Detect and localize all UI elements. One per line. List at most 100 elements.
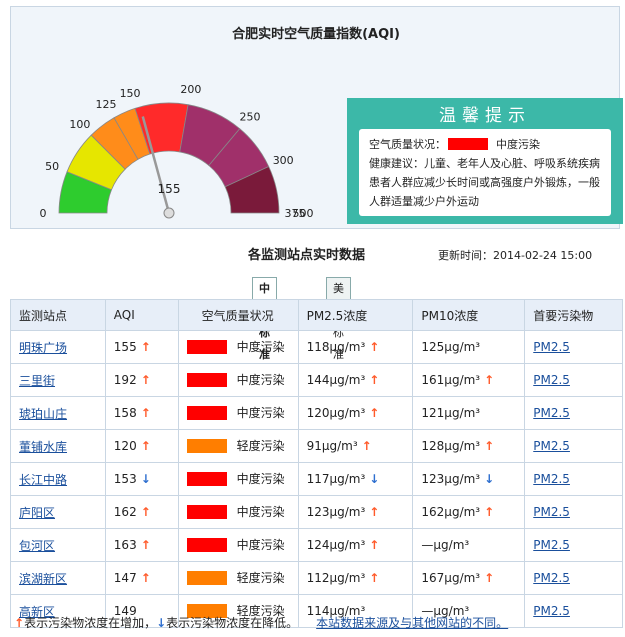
table-row: 三里街 192 ↑ 中度污染 144μg/m³ ↑ 161μg/m³ ↑ PM2.5 xyxy=(10,363,623,397)
table-row: 董铺水库 120 ↑ 轻度污染 91μg/m³ ↑ 128μg/m³ ↑ PM2.5 xyxy=(10,429,623,463)
pm25-cell: 120μg/m³ ↑ xyxy=(297,396,414,430)
arrow-up-icon: ↑ xyxy=(140,340,151,354)
pm25-cell: 91μg/m³ ↑ xyxy=(297,429,414,463)
aqi-panel: 合肥实时空气质量指数(AQI) 0 50 100 125 150 200 250 300 375… xyxy=(10,6,623,229)
arrow-up-icon: ↑ xyxy=(140,538,151,552)
table-header-row: 监测站点 AQI 空气质量状况 PM2.5浓度 PM10浓度 首要污染物 xyxy=(10,299,623,331)
primary-pollutant-link[interactable]: PM2.5 xyxy=(524,561,623,595)
table-row: 包河区 163 ↑ 中度污染 124μg/m³ ↑ —μg/m³ PM2.5 xyxy=(10,528,623,562)
arrow-up-icon: ↑ xyxy=(140,439,151,453)
footer-note: ↑表示污染物浓度在增加，↓表示污染物浓度在降低。 本站数据来源及与其他网站的不同。 xyxy=(14,614,508,631)
arrow-up-icon: ↑ xyxy=(484,439,495,453)
station-link[interactable]: 明珠广场 xyxy=(10,330,106,364)
col-header-level: 空气质量状况 xyxy=(177,299,299,331)
arrow-up-icon: ↑ xyxy=(484,505,495,519)
pm25-cell: 123μg/m³ ↑ xyxy=(297,495,414,529)
data-source-link[interactable]: 本站数据来源及与其他网站的不同。 xyxy=(316,616,508,630)
tip-content: 空气质量状况： 中度污染 健康建议：儿童、老年人及心脏、呼吸系统疾病患者人群应减少… xyxy=(359,129,611,216)
aqi-cell: 147 ↑ xyxy=(104,561,179,595)
table-row: 长江中路 153 ↓ 中度污染 117μg/m³ ↓ 123μg/m³ ↓ PM2.5 xyxy=(10,462,623,496)
tab-china-standard[interactable]: 中国标准 xyxy=(252,277,277,361)
pm10-cell: 125μg/m³ xyxy=(412,330,526,364)
table-row: 庐阳区 162 ↑ 中度污染 123μg/m³ ↑ 162μg/m³ ↑ PM2.5 xyxy=(10,495,623,529)
station-link[interactable]: 庐阳区 xyxy=(10,495,106,529)
col-header-primary: 首要污染物 xyxy=(524,299,623,331)
tab-us-standard[interactable]: 美国标准 xyxy=(326,277,351,361)
level-cell: 中度污染 xyxy=(177,363,299,397)
aqi-cell: 162 ↑ xyxy=(104,495,179,529)
gauge-tick-label: 50 xyxy=(45,160,59,173)
arrow-up-icon: ↑ xyxy=(369,406,380,420)
arrow-up-icon: ↑ xyxy=(369,505,380,519)
col-header-aqi: AQI xyxy=(104,299,179,331)
footer-up-text: 表示污染物浓度在增加， xyxy=(24,616,157,630)
primary-pollutant-link[interactable]: PM2.5 xyxy=(524,363,623,397)
level-color-bar xyxy=(186,372,227,387)
section-title: 各监测站点实时数据 xyxy=(248,248,366,263)
gauge-needle-hub xyxy=(163,207,175,219)
level-cell: 中度污染 xyxy=(177,462,299,496)
pm25-cell: 118μg/m³ ↑ xyxy=(297,330,414,364)
aqi-cell: 158 ↑ xyxy=(104,396,179,430)
aqi-cell: 192 ↑ xyxy=(104,363,179,397)
aqi-cell: 155 ↑ xyxy=(104,330,179,364)
pm10-cell: 128μg/m³ ↑ xyxy=(412,429,526,463)
arrow-down-icon: ↓ xyxy=(140,472,151,486)
health-tip-box: 温馨提示 空气质量状况： 中度污染 健康建议：儿童、老年人及心脏、呼吸系统疾病患者… xyxy=(347,98,623,224)
station-link[interactable]: 董铺水库 xyxy=(10,429,106,463)
level-color-bar xyxy=(186,537,227,552)
primary-pollutant-link[interactable]: PM2.5 xyxy=(524,495,623,529)
col-header-pm25: PM2.5浓度 xyxy=(297,299,414,331)
col-header-pm10: PM10浓度 xyxy=(412,299,526,331)
level-cell: 中度污染 xyxy=(177,528,299,562)
level-color-bar xyxy=(186,339,227,354)
tip-status-text: 中度污染 xyxy=(496,138,540,151)
level-cell: 中度污染 xyxy=(177,495,299,529)
arrow-up-icon: ↑ xyxy=(369,571,380,585)
arrow-up-icon: ↑ xyxy=(140,571,151,585)
station-link[interactable]: 三里街 xyxy=(10,363,106,397)
primary-pollutant-link[interactable]: PM2.5 xyxy=(524,429,623,463)
primary-pollutant-link[interactable]: PM2.5 xyxy=(524,462,623,496)
primary-pollutant-link[interactable]: PM2.5 xyxy=(524,528,623,562)
aqi-cell: 153 ↓ xyxy=(104,462,179,496)
pm10-cell: 121μg/m³ xyxy=(412,396,526,430)
primary-pollutant-link[interactable]: PM2.5 xyxy=(524,330,623,364)
level-cell: 中度污染 xyxy=(177,396,299,430)
primary-pollutant-link[interactable]: PM2.5 xyxy=(524,396,623,430)
gauge-tick-label: 0 xyxy=(40,207,47,220)
level-color-bar xyxy=(186,405,227,420)
station-link[interactable]: 包河区 xyxy=(10,528,106,562)
aqi-cell: 120 ↑ xyxy=(104,429,179,463)
tip-status-label: 空气质量状况： xyxy=(369,138,446,151)
station-link[interactable]: 滨湖新区 xyxy=(10,561,106,595)
level-cell: 中度污染 xyxy=(177,330,299,364)
col-header-station: 监测站点 xyxy=(10,299,106,331)
arrow-up-icon: ↑ xyxy=(361,439,372,453)
tip-status-swatch xyxy=(448,138,488,150)
footer-down-text: 表示污染物浓度在降低。 xyxy=(166,616,299,630)
pm10-cell: 162μg/m³ ↑ xyxy=(412,495,526,529)
gauge-tick-label: 250 xyxy=(239,110,260,123)
gauge-tick-label: 125 xyxy=(96,98,117,111)
arrow-up-icon: ↑ xyxy=(140,505,151,519)
station-table: 监测站点 AQI 空气质量状况 PM2.5浓度 PM10浓度 首要污染物 明珠广… xyxy=(10,299,623,628)
table-row: 琥珀山庄 158 ↑ 中度污染 120μg/m³ ↑ 121μg/m³ PM2.5 xyxy=(10,396,623,430)
level-cell: 轻度污染 xyxy=(177,561,299,595)
arrow-down-icon: ↓ xyxy=(484,472,495,486)
pm25-cell: 112μg/m³ ↑ xyxy=(297,561,414,595)
table-row: 滨湖新区 147 ↑ 轻度污染 112μg/m³ ↑ 167μg/m³ ↑ PM2.5 xyxy=(10,561,623,595)
primary-pollutant-link[interactable]: PM2.5 xyxy=(524,594,623,628)
level-cell: 轻度污染 xyxy=(177,429,299,463)
level-color-bar xyxy=(186,471,227,486)
pm10-cell: 167μg/m³ ↑ xyxy=(412,561,526,595)
pm10-cell: 123μg/m³ ↓ xyxy=(412,462,526,496)
station-link[interactable]: 琥珀山庄 xyxy=(10,396,106,430)
arrow-down-icon: ↓ xyxy=(156,616,167,630)
arrow-up-icon: ↑ xyxy=(369,538,380,552)
aqi-gauge: 050100125150 200250300375500 155 xyxy=(40,83,314,220)
pm25-cell: 117μg/m³ ↓ xyxy=(297,462,414,496)
station-link[interactable]: 长江中路 xyxy=(10,462,106,496)
tip-advice: 健康建议：儿童、老年人及心脏、呼吸系统疾病患者人群应减少长时间或高强度户外锻炼，… xyxy=(369,157,600,208)
gauge-tick-label: 200 xyxy=(180,83,201,96)
